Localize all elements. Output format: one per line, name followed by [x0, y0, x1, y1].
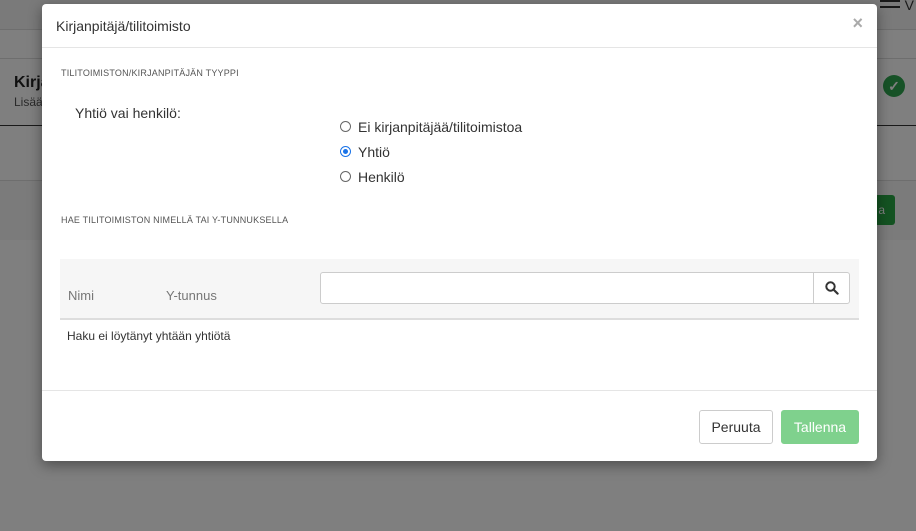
- type-section-label: TILITOIMISTON/KIRJANPITÄJÄN TYYPPI: [61, 68, 239, 78]
- save-button[interactable]: Tallenna: [781, 410, 859, 444]
- accountant-modal: Kirjanpitäjä/tilitoimisto × TILITOIMISTO…: [42, 4, 877, 461]
- type-radio-group: Ei kirjanpitäjää/tilitoimistoa Yhtiö Hen…: [340, 114, 522, 189]
- radio-button[interactable]: [340, 121, 351, 132]
- cancel-button[interactable]: Peruuta: [699, 410, 773, 444]
- radio-label: Ei kirjanpitäjää/tilitoimistoa: [358, 118, 523, 135]
- radio-button-selected[interactable]: [340, 146, 351, 157]
- search-section-label: HAE TILITOIMISTON NIMELLÄ TAI Y-TUNNUKSE…: [61, 215, 289, 225]
- modal-footer: Peruuta Tallenna: [42, 390, 877, 461]
- column-header-name: Nimi: [68, 288, 94, 303]
- radio-label: Yhtiö: [358, 143, 390, 160]
- radio-button[interactable]: [340, 171, 351, 182]
- radio-label: Henkilö: [358, 168, 405, 185]
- modal-header: Kirjanpitäjä/tilitoimisto ×: [42, 4, 877, 48]
- table-row-empty: Haku ei löytänyt yhtään yhtiötä: [60, 320, 859, 352]
- search-icon: [825, 281, 839, 295]
- radio-option-person[interactable]: Henkilö: [340, 164, 522, 189]
- column-header-business-id: Y-tunnus: [166, 288, 217, 303]
- company-or-person-label: Yhtiö vai henkilö:: [75, 105, 181, 121]
- modal-title: Kirjanpitäjä/tilitoimisto: [56, 18, 191, 34]
- search-results-panel: Nimi Y-tunnus Haku ei löytänyt yhtään yh…: [60, 259, 859, 352]
- radio-option-company[interactable]: Yhtiö: [340, 139, 522, 164]
- empty-results-message: Haku ei löytänyt yhtään yhtiötä: [67, 329, 231, 343]
- search-input[interactable]: [320, 272, 814, 304]
- close-icon[interactable]: ×: [852, 13, 863, 34]
- radio-option-no-accountant[interactable]: Ei kirjanpitäjää/tilitoimistoa: [340, 114, 522, 139]
- search-button[interactable]: [813, 272, 850, 304]
